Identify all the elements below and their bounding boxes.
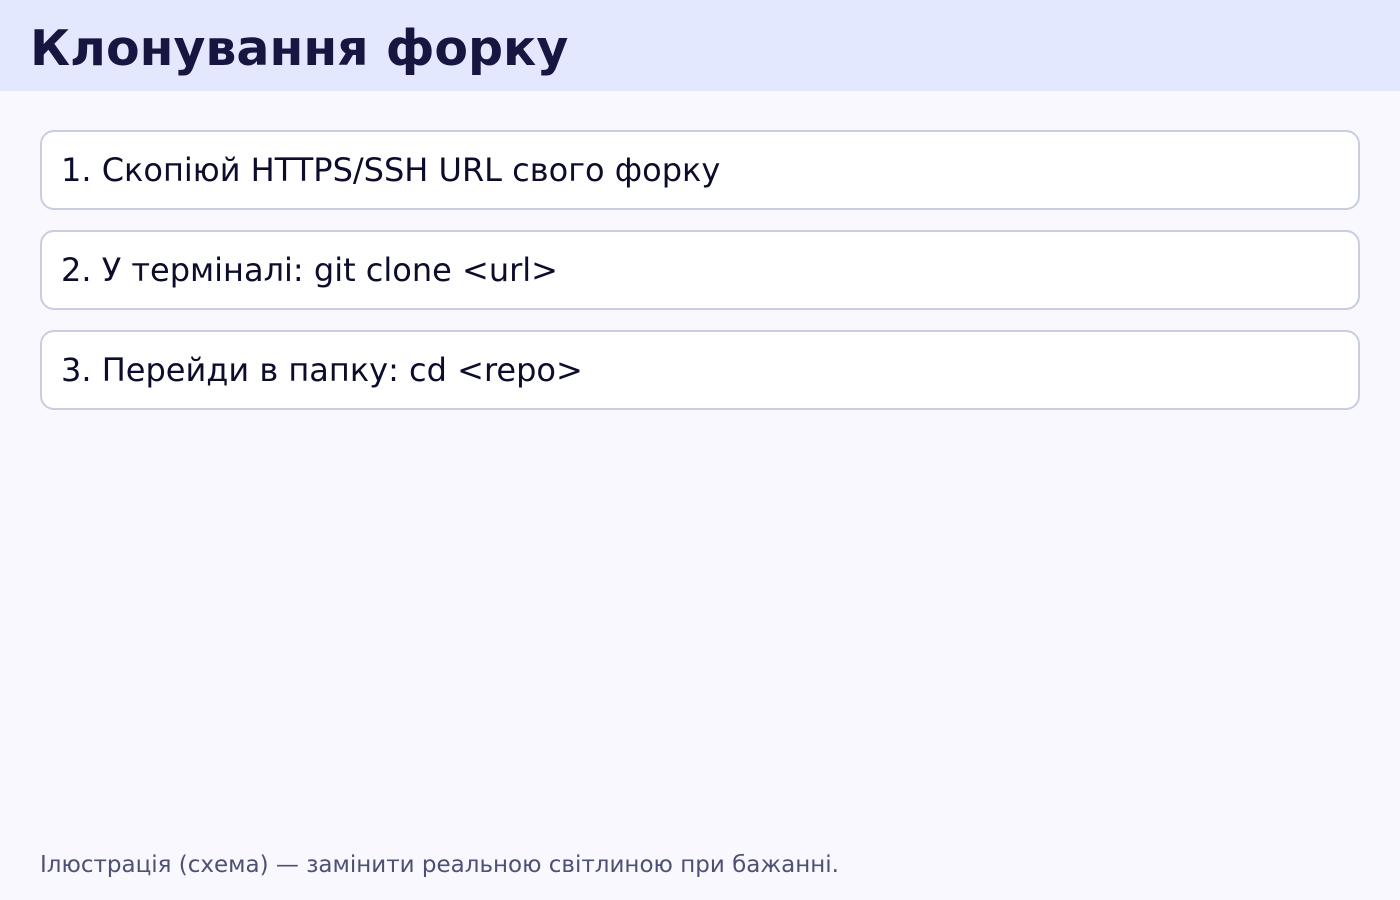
step-text-3: 3. Перейди в папку: cd <repo> [61, 351, 583, 389]
step-card-3: 3. Перейди в папку: cd <repo> [40, 330, 1360, 410]
step-text-1: 1. Скопіюй HTTPS/SSH URL свого форку [61, 151, 721, 189]
steps-list: 1. Скопіюй HTTPS/SSH URL свого форку 2. … [40, 130, 1360, 430]
step-text-2: 2. У терміналі: git clone <url> [61, 251, 558, 289]
header-bar: Клонування форку [0, 0, 1400, 91]
step-card-2: 2. У терміналі: git clone <url> [40, 230, 1360, 310]
step-card-1: 1. Скопіюй HTTPS/SSH URL свого форку [40, 130, 1360, 210]
page-title: Клонування форку [30, 20, 569, 77]
footer-note: Ілюстрація (схема) — замінити реальною с… [40, 852, 839, 878]
